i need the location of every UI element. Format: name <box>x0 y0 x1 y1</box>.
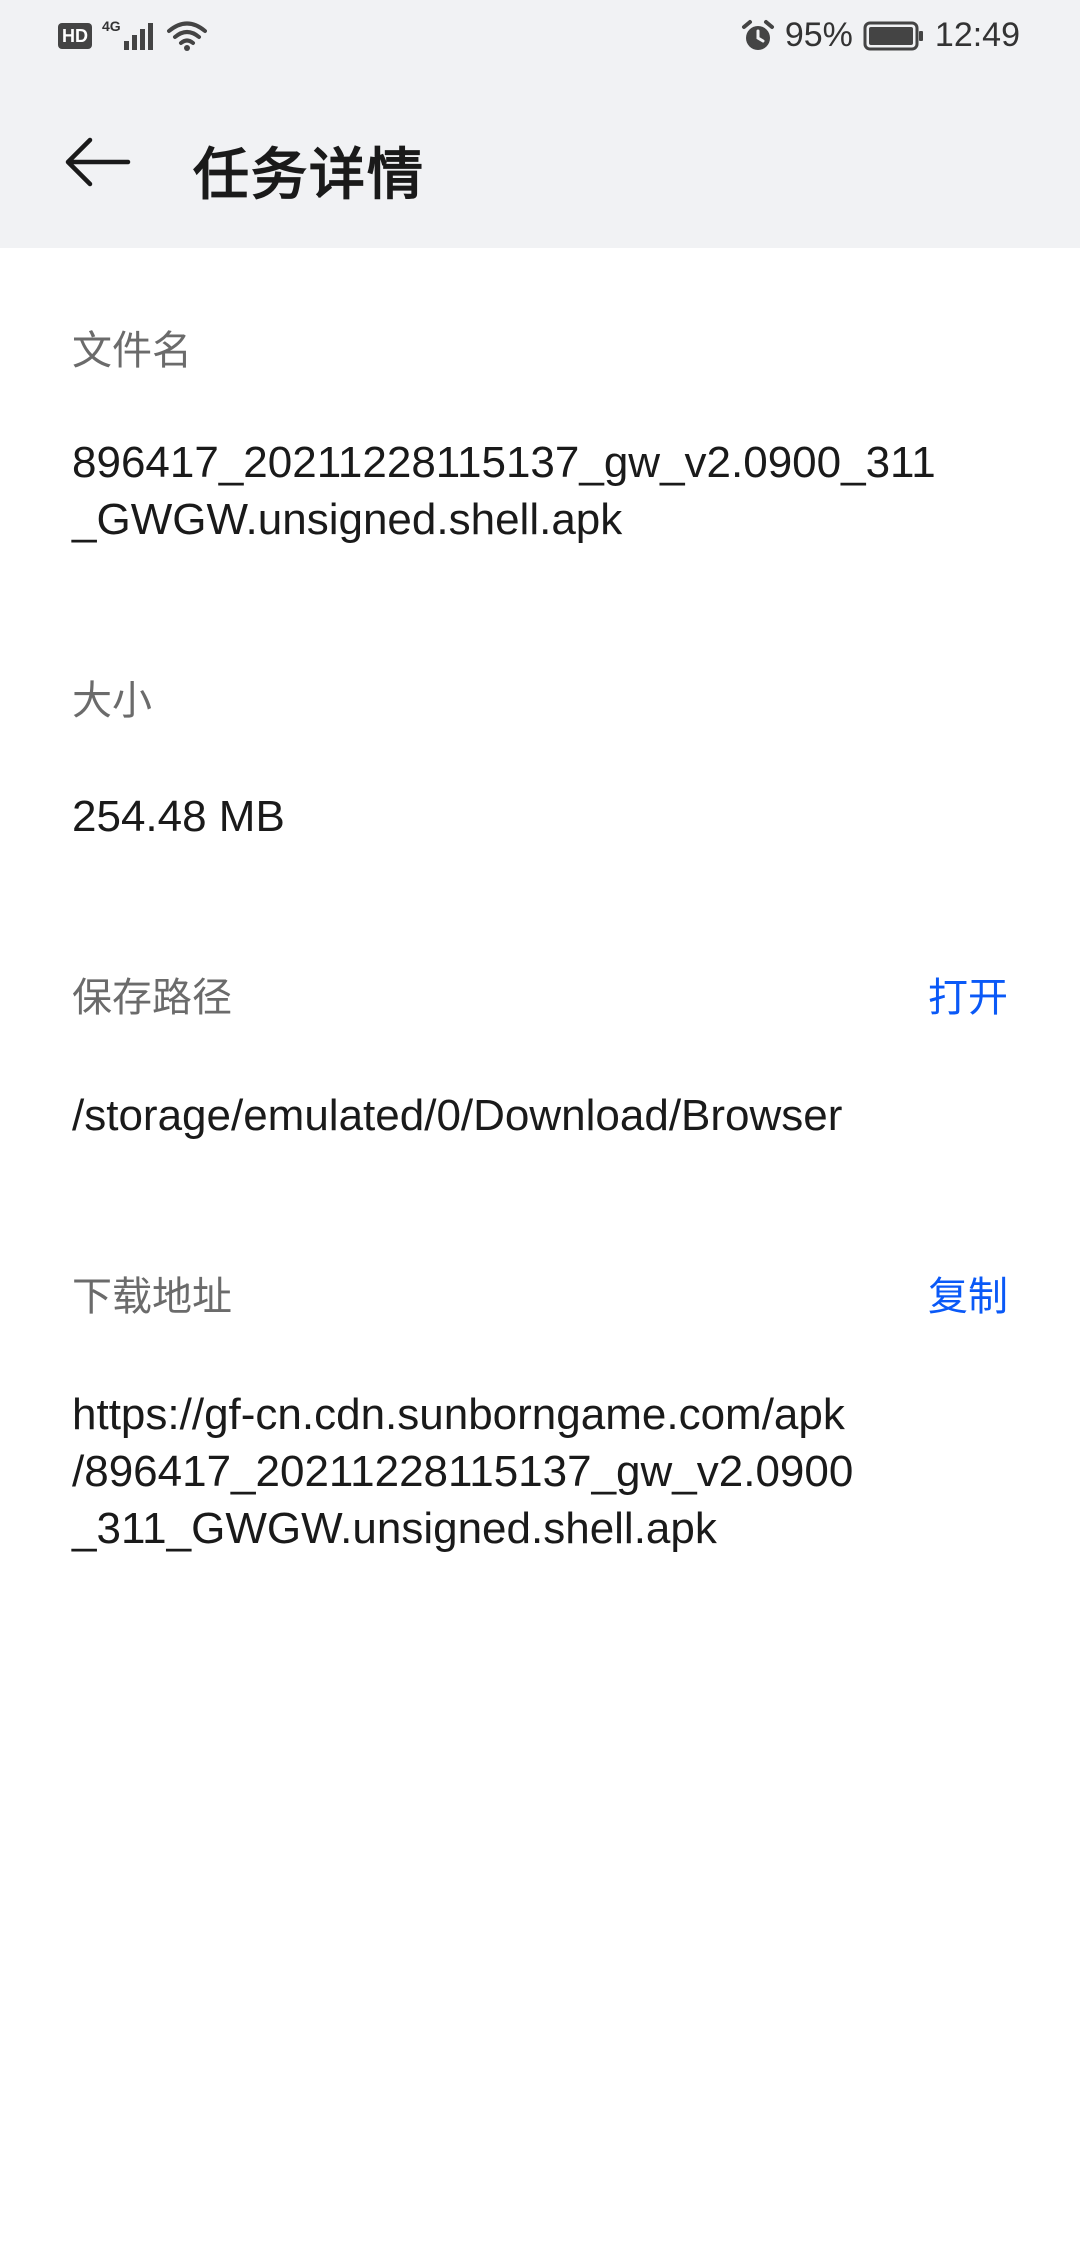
size-label-row: 大小 <box>72 668 1008 726</box>
back-button[interactable] <box>62 132 142 202</box>
download-url-value: https://gf-cn.cdn.sunborngame.com/apk /8… <box>72 1386 1012 1557</box>
copy-button[interactable]: 复制 <box>928 1264 1008 1322</box>
status-left: HD 4G <box>58 18 207 52</box>
status-bar: HD 4G 95% 12:49 <box>0 0 1080 80</box>
battery-percent: 95% <box>784 16 853 54</box>
signal-icon <box>123 23 153 50</box>
hd-icon: HD <box>58 23 92 49</box>
arrow-left-icon <box>65 137 131 187</box>
download-url-line-3: _311_GWGW.unsigned.shell.apk <box>72 1504 717 1553</box>
task-details: 文件名 896417_20211228115137_gw_v2.0900_311… <box>0 248 1080 1557</box>
file-name-label: 文件名 <box>72 329 192 373</box>
alarm-icon <box>741 19 774 50</box>
download-url-label: 下载地址 <box>72 1275 232 1319</box>
size-value: 254.48 MB <box>72 792 285 841</box>
header: 任务详情 <box>0 110 1080 220</box>
clock: 12:49 <box>934 16 1020 54</box>
file-name-value: 896417_20211228115137_gw_v2.0900_311 _GW… <box>72 434 1012 548</box>
save-path-value: /storage/emulated/0/Download/Browser <box>72 1091 843 1140</box>
file-name-line-1: 896417_20211228115137_gw_v2.0900_311 <box>72 438 936 487</box>
save-path-label: 保存路径 <box>72 976 232 1020</box>
download-url-line-2: /896417_20211228115137_gw_v2.0900 <box>72 1447 854 1496</box>
battery-icon <box>863 21 923 50</box>
status-right: 95% 12:49 <box>741 16 1020 55</box>
download-url-label-row: 下载地址 复制 <box>72 1264 1008 1322</box>
save-path-label-row: 保存路径 打开 <box>72 965 1008 1023</box>
open-button[interactable]: 打开 <box>928 965 1008 1023</box>
network-type: 4G <box>102 18 121 34</box>
top-bar: HD 4G 95% 12:49 任务详情 <box>0 0 1080 248</box>
file-name-label-row: 文件名 <box>72 318 1008 376</box>
wifi-icon <box>166 21 207 51</box>
size-label: 大小 <box>72 679 152 723</box>
file-name-section: 文件名 896417_20211228115137_gw_v2.0900_311… <box>72 248 1008 548</box>
download-url-line-1: https://gf-cn.cdn.sunborngame.com/apk <box>72 1390 845 1439</box>
size-section: 大小 254.48 MB <box>72 548 1008 845</box>
save-path-section: 保存路径 打开 /storage/emulated/0/Download/Bro… <box>72 845 1008 1144</box>
page-title: 任务详情 <box>193 143 425 206</box>
file-name-line-2: _GWGW.unsigned.shell.apk <box>72 495 623 544</box>
download-url-section: 下载地址 复制 https://gf-cn.cdn.sunborngame.co… <box>72 1144 1008 1557</box>
